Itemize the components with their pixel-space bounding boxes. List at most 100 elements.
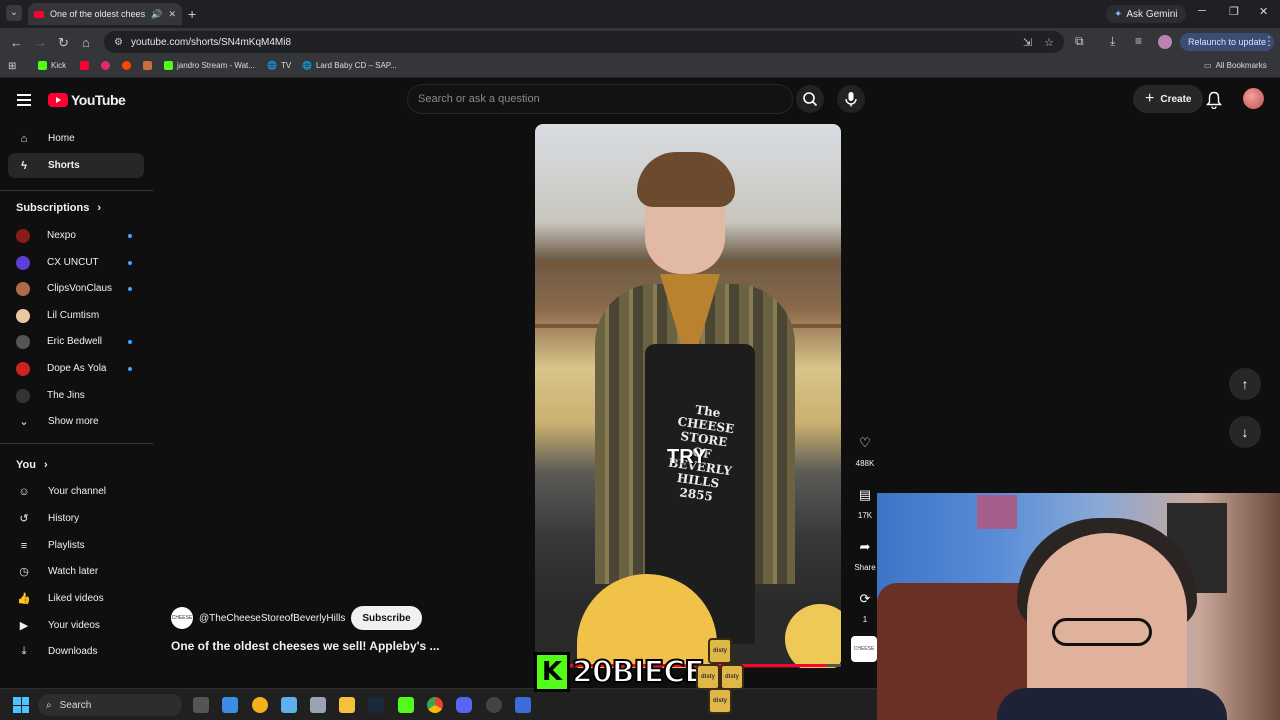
bookmark-item[interactable] <box>143 61 152 70</box>
app-icon[interactable] <box>515 697 531 713</box>
ask-gemini-button[interactable]: ✦ Ask Gemini <box>1106 5 1186 23</box>
media-control-icon[interactable]: ≡ <box>1135 34 1142 48</box>
new-tab-button[interactable]: + <box>188 6 196 22</box>
share-button[interactable]: ➦ Share <box>852 535 878 572</box>
bookmark-label: jandro Stream - Wat... <box>177 61 255 70</box>
bookmark-item[interactable]: jandro Stream - Wat... <box>164 61 255 70</box>
watch-later-icon: ◷ <box>19 566 29 578</box>
profile-avatar[interactable] <box>1158 35 1172 49</box>
search-input[interactable]: Search or ask a question <box>407 84 793 114</box>
close-window-icon[interactable]: ✕ <box>1259 5 1268 18</box>
channel-avatar <box>16 334 30 349</box>
bookmark-item[interactable] <box>101 61 110 70</box>
video-title[interactable]: One of the oldest cheeses we sell! Apple… <box>171 639 440 653</box>
tab-search-menu-button[interactable]: ⌄ <box>6 5 22 21</box>
bookmark-item[interactable] <box>122 61 131 70</box>
youtube-play-icon <box>48 93 68 107</box>
short-video-player[interactable]: The CHEESE STORE OF BEVERLY HILLS 2855 T… <box>535 124 841 668</box>
sidebar-item-playlists[interactable]: ≡ Playlists <box>8 533 144 558</box>
remix-button[interactable]: ⟳ 1 <box>852 587 878 624</box>
create-button[interactable]: + Create <box>1133 85 1204 113</box>
sidebar-item-channel[interactable]: Eric Bedwell <box>8 329 144 354</box>
remix-count: 1 <box>862 615 868 624</box>
channel-icon: ☺ <box>18 485 30 498</box>
youtube-logo[interactable]: YouTube <box>48 92 126 108</box>
sidebar-item-channel[interactable]: The Jins <box>8 383 144 408</box>
calculator-icon[interactable] <box>310 697 326 713</box>
back-icon[interactable]: ← <box>10 35 23 50</box>
restore-icon[interactable]: ❐ <box>1229 5 1239 18</box>
voice-search-button[interactable] <box>837 85 865 113</box>
sponsor-jar: disty <box>696 664 720 690</box>
account-avatar[interactable] <box>1243 88 1264 109</box>
reload-icon[interactable]: ↻ <box>58 35 69 51</box>
sidebar-item-downloads[interactable]: ⤓ Downloads <box>8 639 144 664</box>
subscribe-button[interactable]: Subscribe <box>351 606 422 630</box>
downloads-icon[interactable]: ⤓ <box>1110 34 1115 49</box>
weather-icon[interactable] <box>252 697 268 713</box>
app-icon[interactable] <box>281 697 297 713</box>
tab-close-icon[interactable]: ✕ <box>168 9 176 20</box>
chevron-right-icon: › <box>97 202 102 214</box>
comments-button[interactable]: ▤ 17K <box>852 483 878 520</box>
menu-hamburger-icon[interactable] <box>17 94 31 106</box>
discord-icon[interactable] <box>456 697 472 713</box>
streamer-overlay: K 20BIECE <box>534 648 706 696</box>
taskbar-search[interactable]: ⌕ Search <box>38 694 182 716</box>
tab-audio-icon[interactable]: 🔊 <box>151 9 162 20</box>
sidebar-item-home[interactable]: ⌂ Home <box>8 126 144 151</box>
sidebar-item-liked-videos[interactable]: 👍 Liked videos <box>8 586 144 611</box>
browser-menu-icon[interactable]: ⋮ <box>1263 34 1275 48</box>
you-heading[interactable]: You › <box>16 459 48 471</box>
forward-icon[interactable]: → <box>34 35 47 50</box>
relaunch-button[interactable]: Relaunch to update <box>1180 33 1275 51</box>
sidebar-item-history[interactable]: ↺ History <box>8 506 144 531</box>
obs-icon[interactable] <box>486 697 502 713</box>
sidebar-item-your-channel[interactable]: ☺ Your channel <box>8 479 144 504</box>
home-browser-icon[interactable]: ⌂ <box>82 35 90 50</box>
site-info-icon[interactable]: ⚙ <box>114 37 123 48</box>
sidebar-item-channel[interactable]: Lil Cumtism <box>8 303 144 328</box>
all-bookmarks-button[interactable]: ▭ All Bookmarks <box>1204 61 1267 70</box>
bookmark-item[interactable]: 🌐 Lard Baby CD – SAP... <box>302 61 397 70</box>
bookmark-star-icon[interactable]: ☆ <box>1044 36 1054 49</box>
windows-start-icon[interactable] <box>13 697 29 713</box>
task-view-icon[interactable] <box>193 697 209 713</box>
extensions-icon[interactable]: ⧉ <box>1075 34 1084 49</box>
next-short-button[interactable]: ↓ <box>1229 416 1261 448</box>
shorts-icon: ϟ <box>21 159 27 172</box>
browser-tab[interactable]: One of the oldest cheeses w 🔊 ✕ <box>28 3 182 25</box>
minimize-icon[interactable]: ─ <box>1198 5 1206 17</box>
bookmark-item[interactable]: 🌐 TV <box>267 61 291 70</box>
sidebar-item-channel[interactable]: CX UNCUT <box>8 250 144 275</box>
sound-channel-thumbnail[interactable]: CHEESE <box>851 636 877 662</box>
like-button[interactable]: ♡ 488K <box>852 431 878 468</box>
steam-icon[interactable] <box>368 697 384 713</box>
all-bookmarks-label: All Bookmarks <box>1215 61 1267 70</box>
file-explorer-icon[interactable] <box>339 697 355 713</box>
previous-short-button[interactable]: ↑ <box>1229 368 1261 400</box>
bookmark-item[interactable] <box>80 61 89 70</box>
sidebar-item-channel[interactable]: Nexpo <box>8 223 144 248</box>
sidebar-item-your-videos[interactable]: ▶ Your videos <box>8 613 144 638</box>
install-app-icon[interactable]: ⇲ <box>1023 36 1032 49</box>
kick-app-icon[interactable] <box>398 697 414 713</box>
channel-name[interactable]: @TheCheeseStoreofBeverlyHills <box>199 613 345 624</box>
subscriptions-heading[interactable]: Subscriptions › <box>16 202 101 214</box>
bookmark-item[interactable]: Kick <box>38 61 66 70</box>
sidebar-item-channel[interactable]: Dope As Yola <box>8 356 144 381</box>
sidebar-item-label: Home <box>48 133 75 144</box>
address-bar[interactable]: ⚙ youtube.com/shorts/SN4mKqM4Mi8 ⇲ ☆ <box>104 31 1064 53</box>
channel-logo-avatar[interactable]: CHEESE <box>171 607 193 629</box>
sidebar-item-shorts[interactable]: ϟ Shorts <box>8 153 144 178</box>
history-icon: ↺ <box>19 513 29 525</box>
sidebar-item-watch-later[interactable]: ◷ Watch later <box>8 559 144 584</box>
chrome-icon[interactable] <box>427 697 443 713</box>
search-button[interactable] <box>796 85 824 113</box>
apps-grid-icon[interactable]: ⊞ <box>8 61 16 72</box>
notifications-bell-icon[interactable] <box>1206 91 1222 114</box>
widgets-icon[interactable] <box>222 697 238 713</box>
sidebar-item-channel[interactable]: ClipsVonClaus <box>8 276 144 301</box>
youtube-logo-text: YouTube <box>71 92 126 108</box>
show-more-button[interactable]: ⌄ Show more <box>8 409 144 434</box>
